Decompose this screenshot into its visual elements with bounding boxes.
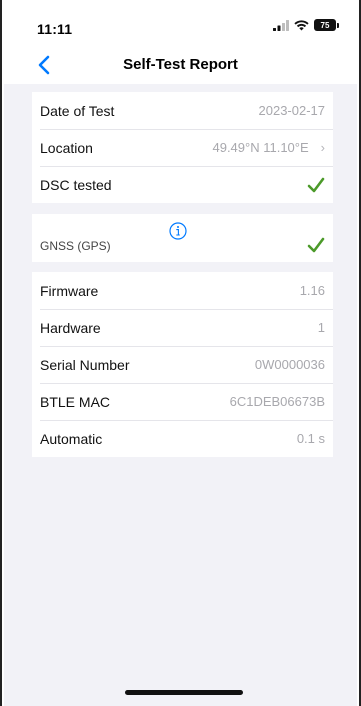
battery-tip [337, 22, 339, 28]
automatic-value: 0.1 s [296, 431, 325, 446]
gnss-label: GNSS (GPS) [40, 239, 111, 253]
cellular-signal-icon [273, 19, 289, 31]
hardware-row: Hardware 1 [32, 309, 333, 346]
location-label: Location [40, 139, 93, 156]
hardware-label: Hardware [40, 319, 101, 336]
btle-mac-label: BTLE MAC [40, 393, 111, 410]
wifi-icon [294, 19, 309, 30]
location-value: 49.49°N 11.10°E [212, 140, 309, 155]
serial-number-value: 0W0000036 [254, 357, 325, 372]
gnss-group: GNSS (GPS) [32, 214, 333, 262]
date-value: 2023-02-17 [258, 103, 326, 118]
page-title: Self-Test Report [123, 56, 238, 73]
location-row[interactable]: Location 49.49°N 11.10°E › [32, 129, 333, 166]
date-label: Date of Test [40, 102, 115, 119]
automatic-row: Automatic 0.1 s [32, 420, 333, 457]
serial-number-row: Serial Number 0W0000036 [32, 346, 333, 383]
test-info-group: Date of Test 2023-02-17 Location 49.49°N… [32, 92, 333, 203]
automatic-label: Automatic [40, 430, 103, 447]
report-content: Date of Test 2023-02-17 Location 49.49°N… [4, 84, 357, 706]
firmware-label: Firmware [40, 282, 99, 299]
date-row: Date of Test 2023-02-17 [32, 92, 333, 129]
checkmark-icon [307, 177, 325, 192]
device-info-group: Firmware 1.16 Hardware 1 Serial Number 0… [32, 272, 333, 457]
status-time: 11:11 [37, 21, 73, 37]
battery-icon: 75 [314, 19, 336, 31]
home-indicator[interactable] [125, 690, 243, 695]
serial-number-label: Serial Number [40, 356, 130, 373]
firmware-value: 1.16 [299, 283, 325, 298]
gnss-row: GNSS (GPS) [32, 214, 333, 262]
btle-mac-value: 6C1DEB06673B [229, 394, 325, 409]
btle-mac-row: BTLE MAC 6C1DEB06673B [32, 383, 333, 420]
battery-level: 75 [320, 20, 330, 30]
dsc-label: DSC tested [40, 176, 112, 193]
chevron-right-icon: › [320, 140, 325, 155]
firmware-row: Firmware 1.16 [32, 272, 333, 309]
info-circle-icon[interactable] [169, 222, 187, 240]
phone-frame: 11:11 75 Self-Test Report Date of Test 2… [0, 0, 361, 706]
hardware-value: 1 [317, 320, 325, 335]
status-icons: 75 [273, 19, 339, 31]
dsc-row: DSC tested [32, 166, 333, 203]
navigation-bar: Self-Test Report [4, 46, 357, 84]
checkmark-icon [307, 237, 325, 253]
status-bar: 11:11 75 [4, 0, 357, 46]
